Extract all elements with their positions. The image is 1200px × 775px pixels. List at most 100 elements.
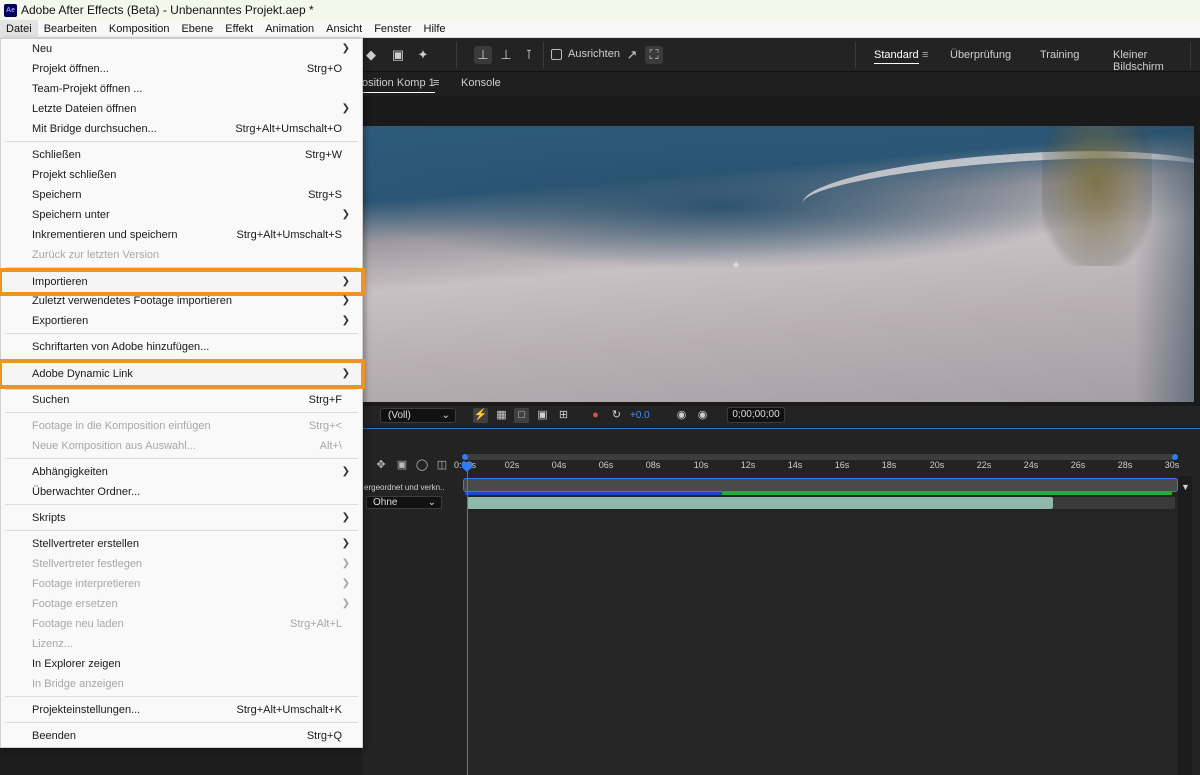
menu-item-importieren[interactable]: Importieren ❯ (0, 268, 365, 296)
snapping-checkbox[interactable] (551, 49, 562, 60)
chevron-right-icon: ❯ (341, 598, 350, 609)
menu-item-projekt-schliessen[interactable]: Projekt schließen (1, 165, 362, 185)
frame-blending-icon[interactable]: ◯ (415, 458, 429, 472)
tab-menu-icon[interactable]: ≡ (433, 77, 439, 89)
time-navigator[interactable] (463, 478, 1178, 492)
eraser-icon[interactable]: ◆ (362, 46, 380, 64)
menu-komposition[interactable]: Komposition (103, 20, 176, 38)
menu-item-team-projekt[interactable]: Team-Projekt öffnen ... (1, 79, 362, 99)
snap-target-icon[interactable]: ⛶ (645, 46, 663, 64)
menu-item-projekteinstellungen[interactable]: Projekteinstellungen... Strg+Alt+Umschalt… (1, 700, 362, 720)
menu-datei[interactable]: Datei (0, 19, 38, 38)
region-of-interest-icon[interactable]: ▣ (535, 408, 550, 423)
chevron-right-icon: ❯ (341, 558, 350, 569)
menu-item-letzte-dateien[interactable]: Letzte Dateien öffnen ❯ (1, 99, 362, 119)
menu-item-shortcut: Strg+Q (306, 730, 342, 742)
chevron-right-icon: ❯ (341, 466, 350, 477)
reset-exposure-icon[interactable]: ↻ (609, 408, 624, 423)
chevron-right-icon: ❯ (341, 103, 350, 114)
menu-item-shortcut: Strg+Alt+Umschalt+K (236, 704, 342, 716)
menu-item-skripts[interactable]: Skripts ❯ (1, 508, 362, 528)
menu-item-shortcut: Strg+W (305, 149, 342, 161)
menu-item-label: Projekt schließen (32, 169, 117, 181)
menu-fenster[interactable]: Fenster (368, 20, 417, 38)
menu-hilfe[interactable]: Hilfe (418, 20, 452, 38)
menu-item-inkrementieren[interactable]: Inkrementieren und speichern Strg+Alt+Ums… (1, 225, 362, 245)
shy-layers-icon[interactable]: ▣ (395, 458, 409, 472)
menu-separator (5, 333, 358, 334)
menu-item-shortcut: Alt+\ (319, 440, 342, 452)
workspace-small-screen[interactable]: Kleiner Bildschirm (1113, 49, 1200, 73)
draft-3d-icon[interactable]: ✥ (374, 458, 388, 472)
menu-item-bridge-durchsuchen[interactable]: Mit Bridge durchsuchen... Strg+Alt+Umscha… (1, 119, 362, 139)
tick-label: 14s (787, 460, 803, 470)
menu-item-speichern-unter[interactable]: Speichern unter ❯ (1, 205, 362, 225)
show-snapshot-icon[interactable]: ◉ (695, 408, 710, 423)
time-ruler[interactable]: 0:00s 02s 04s 06s 08s 10s 12s 14s 16s 18… (454, 460, 1179, 476)
motion-blur-icon[interactable]: ◫ (435, 458, 449, 472)
resolution-select[interactable]: (Voll) ⌄ (380, 408, 456, 423)
fast-previews-icon[interactable]: ⚡ (473, 408, 488, 423)
menu-item-schliessen[interactable]: Schließen Strg+W (1, 145, 362, 165)
axis-local-icon[interactable]: ⊥ (474, 46, 492, 64)
workspace-standard[interactable]: Standard (874, 49, 919, 64)
comp-marker-icon[interactable]: ▼ (1181, 482, 1190, 492)
menu-item-stellvertreter-erstellen[interactable]: Stellvertreter erstellen ❯ (1, 534, 362, 554)
menu-item-ueberwachter-ordner[interactable]: Überwachter Ordner... (1, 482, 362, 502)
menu-item-explorer-zeigen[interactable]: In Explorer zeigen (1, 654, 362, 674)
current-time-field[interactable]: 0;00;00;00 (727, 407, 785, 423)
menu-item-zuletzt-footage[interactable]: Zuletzt verwendetes Footage importieren ❯ (1, 291, 362, 311)
parent-select[interactable]: Ohne ⌄ (366, 496, 442, 509)
menu-item-label: Stellvertreter festlegen (32, 558, 143, 570)
menu-item-projekt-oeffnen[interactable]: Projekt öffnen... Strg+O (1, 59, 362, 79)
anchor-point-icon[interactable]: ⌖ (729, 258, 743, 272)
axis-world-icon[interactable]: ⊥ (497, 46, 515, 64)
composition-frame-image[interactable] (362, 126, 1194, 402)
menu-separator (5, 530, 358, 531)
exposure-value[interactable]: +0.0 (630, 410, 650, 421)
menu-item-label: Schriftarten von Adobe hinzufügen... (32, 341, 210, 353)
transparency-grid-icon[interactable]: ▦ (494, 408, 509, 423)
toolbar-divider (855, 42, 856, 68)
layer-duration-bar[interactable] (467, 497, 1053, 509)
menu-item-label: Beenden (32, 730, 77, 742)
menu-bearbeiten[interactable]: Bearbeiten (38, 20, 103, 38)
menu-item-label: Footage interpretieren (32, 578, 141, 590)
menu-separator (5, 696, 358, 697)
workspace-training[interactable]: Training (1040, 49, 1079, 61)
menu-animation[interactable]: Animation (259, 20, 320, 38)
menu-item-dynamic-link[interactable]: Adobe Dynamic Link ❯ (0, 359, 365, 389)
camera-snapshot-icon[interactable]: ◉ (674, 408, 689, 423)
composition-tab-bar: osition Komp 1 ≡ Konsole (362, 72, 1200, 96)
menu-ebene[interactable]: Ebene (175, 20, 219, 38)
chevron-right-icon: ❯ (341, 512, 350, 523)
tick-label: 24s (1023, 460, 1039, 470)
channel-rgb-icon[interactable]: ● (588, 408, 603, 423)
puppet-pin-icon[interactable]: ✦ (414, 46, 432, 64)
menu-item-letzte-version: Zurück zur letzten Version (1, 245, 362, 265)
menu-item-neu[interactable]: Neu ❯ (1, 39, 362, 59)
menu-effekt[interactable]: Effekt (219, 20, 259, 38)
menu-item-beenden[interactable]: Beenden Strg+Q (1, 726, 362, 746)
axis-view-icon[interactable]: ⊺ (520, 46, 538, 64)
roto-brush-icon[interactable]: ▣ (389, 46, 407, 64)
tab-console[interactable]: Konsole (461, 77, 501, 89)
chevron-right-icon: ❯ (341, 209, 350, 220)
workspace-review[interactable]: Überprüfung (950, 49, 1011, 61)
menu-item-shortcut: Strg+S (308, 189, 342, 201)
menu-item-label: Zurück zur letzten Version (32, 249, 160, 261)
menu-item-suchen[interactable]: Suchen Strg+F (1, 390, 362, 410)
workspace-menu-icon[interactable]: ≡ (922, 49, 928, 61)
menu-item-schriftarten[interactable]: Schriftarten von Adobe hinzufügen... (1, 337, 362, 357)
menu-item-shortcut: Strg+< (308, 420, 342, 432)
menu-item-speichern[interactable]: Speichern Strg+S (1, 185, 362, 205)
menu-item-shortcut: Strg+Alt+L (290, 618, 342, 630)
menu-item-exportieren[interactable]: Exportieren ❯ (1, 311, 362, 331)
snap-icon[interactable]: ↗ (623, 46, 641, 64)
grid-guides-icon[interactable]: ⊞ (556, 408, 571, 423)
playhead-line[interactable] (467, 466, 468, 775)
menu-ansicht[interactable]: Ansicht (320, 20, 368, 38)
tab-composition[interactable]: osition Komp 1 (362, 77, 435, 93)
mask-path-visibility-icon[interactable]: □ (514, 408, 529, 423)
menu-item-abhaengigkeiten[interactable]: Abhängigkeiten ❯ (1, 462, 362, 482)
